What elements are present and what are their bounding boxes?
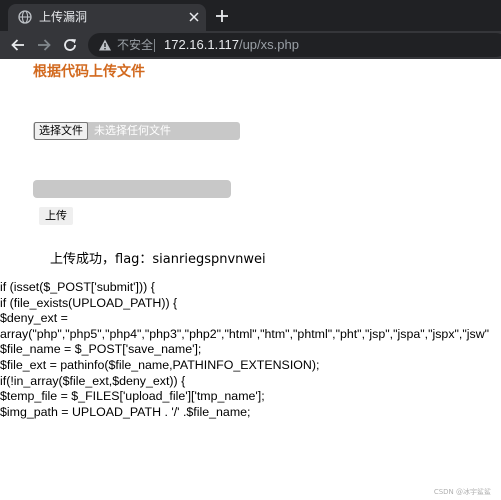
new-tab-icon[interactable] <box>213 7 231 25</box>
url-host: 172.16.1.117 <box>164 37 239 52</box>
file-upload-input[interactable]: 选择文件 未选择任何文件 <box>33 122 240 140</box>
close-tab-icon[interactable] <box>186 9 202 25</box>
page-content: 根据代码上传文件 选择文件 未选择任何文件 上传 上传成功，flag：sianr… <box>0 59 501 500</box>
choose-file-button[interactable]: 选择文件 <box>34 122 88 140</box>
code-line: $temp_file = $_FILES['upload_file']['tmp… <box>0 389 265 404</box>
code-line: $file_ext = pathinfo($file_name,PATHINFO… <box>0 357 320 372</box>
watermark: CSDN @冰宇鲨鲨 <box>433 488 491 496</box>
upload-result-text: 上传成功，flag：sianriegspnvnwei <box>50 252 266 267</box>
page-heading: 根据代码上传文件 <box>33 64 145 80</box>
browser-toolbar: 不安全 172.16.1.117/up/xs.php <box>0 31 501 59</box>
not-secure-label[interactable]: 不安全 <box>117 37 153 53</box>
tab-strip: 上传漏洞 <box>0 0 501 31</box>
save-name-input[interactable] <box>33 180 231 198</box>
browser-tab[interactable]: 上传漏洞 <box>8 4 206 31</box>
reload-icon[interactable] <box>62 37 78 53</box>
back-arrow-icon[interactable] <box>10 37 26 53</box>
code-line: if (isset($_POST['submit'])) { <box>0 280 155 294</box>
code-line: array("php","php5","php4","php3","php2",… <box>0 326 490 341</box>
source-code-block: if (isset($_POST['submit'])) {if (file_e… <box>0 280 489 420</box>
code-line: $file_name = $_POST['save_name']; <box>0 342 202 357</box>
upload-submit-button[interactable]: 上传 <box>39 207 73 225</box>
url-path: /up/xs.php <box>238 37 299 52</box>
url-text[interactable]: 172.16.1.117/up/xs.php <box>164 36 299 54</box>
address-bar[interactable]: 不安全 172.16.1.117/up/xs.php <box>88 33 501 57</box>
file-status-text: 未选择任何文件 <box>94 124 171 137</box>
globe-icon <box>18 10 32 24</box>
tab-title: 上传漏洞 <box>39 10 88 24</box>
forward-arrow-icon[interactable] <box>36 37 52 53</box>
code-line: $deny_ext = <box>0 311 68 326</box>
omnibox-divider <box>154 39 155 52</box>
code-line: $img_path = UPLOAD_PATH . '/' .$file_nam… <box>0 404 251 419</box>
code-line: if(!in_array($file_ext,$deny_ext)) { <box>0 373 186 388</box>
code-line: if (file_exists(UPLOAD_PATH)) { <box>0 295 178 310</box>
warning-triangle-icon[interactable] <box>98 38 112 52</box>
